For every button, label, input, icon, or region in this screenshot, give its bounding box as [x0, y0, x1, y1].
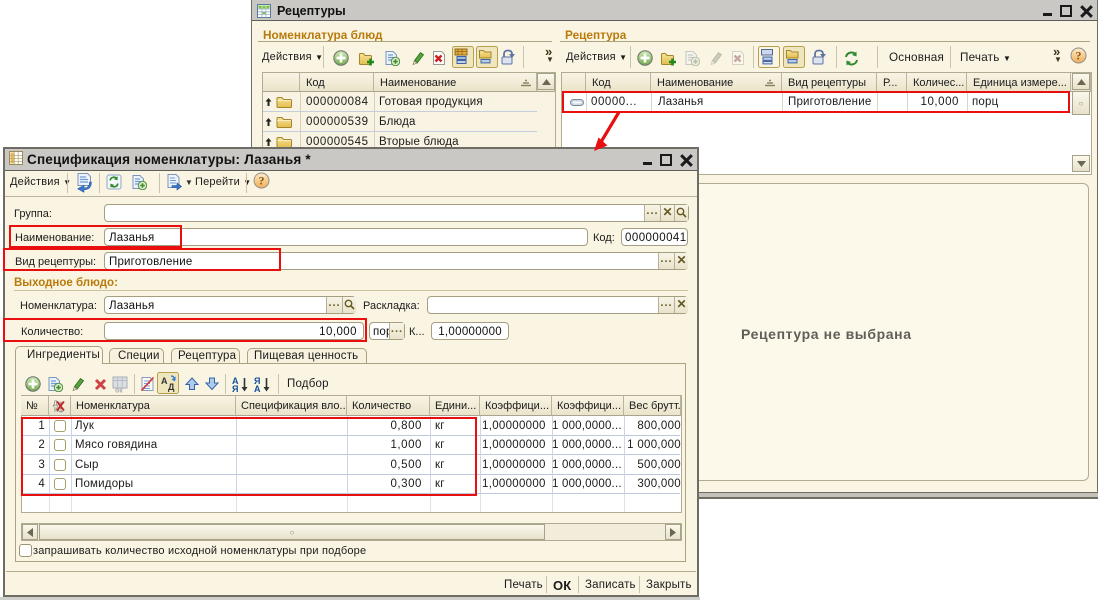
svg-text:ок: ок [115, 388, 123, 394]
svg-text:А: А [161, 376, 168, 386]
svg-text:?: ? [1076, 49, 1082, 63]
svg-text:Я: Я [232, 384, 238, 393]
svg-text:А: А [254, 384, 261, 393]
svg-text:?: ? [259, 174, 265, 188]
svg-text:Д: Д [168, 382, 175, 392]
